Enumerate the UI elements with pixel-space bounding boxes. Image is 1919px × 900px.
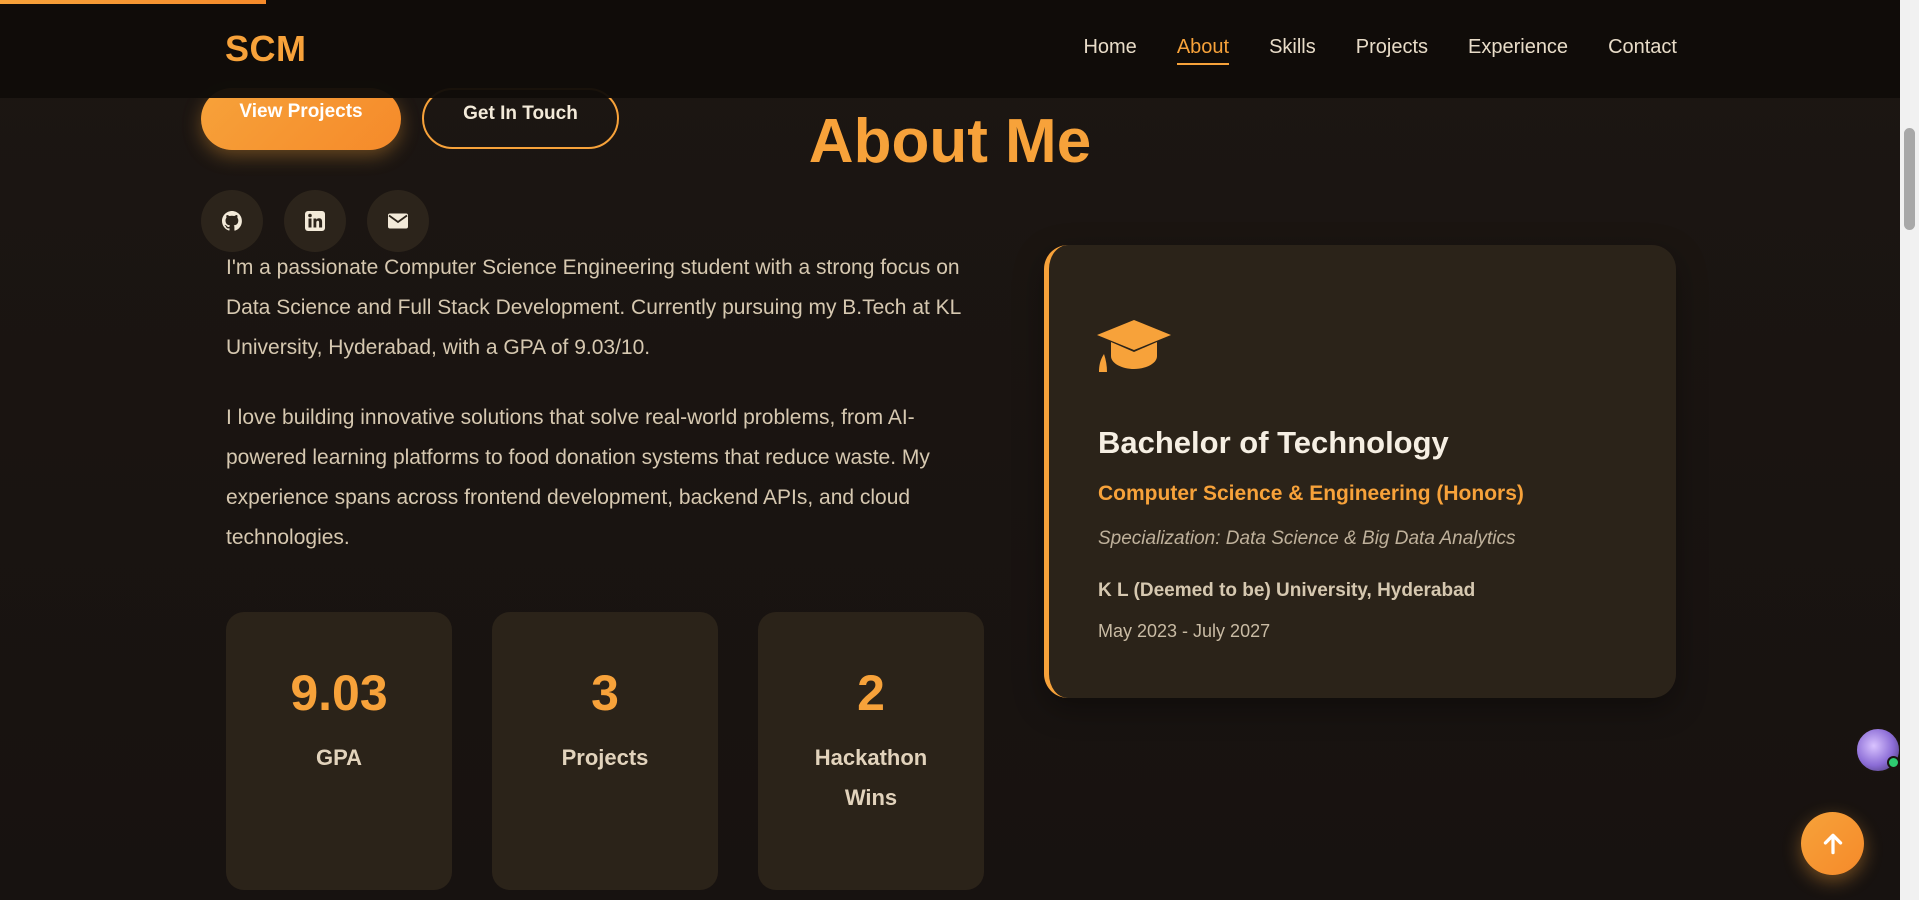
degree-specialization: Specialization: Data Science & Big Data … [1098,528,1516,549]
stat-label: GPA [315,745,363,770]
about-paragraph: I love building innovative solutions tha… [226,406,930,549]
degree-title: Bachelor of Technology [1098,425,1449,460]
linkedin-link[interactable] [284,190,346,252]
scrollbar-thumb[interactable] [1904,128,1915,230]
page: SCM Home About Skills Projects Experienc… [0,0,1919,900]
arrow-up-icon [1823,833,1842,854]
linkedin-icon [305,211,325,231]
nav-link-skills[interactable]: Skills [1269,36,1316,63]
nav-link-experience[interactable]: Experience [1468,36,1568,63]
about-paragraph: I'm a passionate Computer Science Engine… [226,256,961,359]
university-name: K L (Deemed to be) University, Hyderabad [1098,580,1476,601]
stat-value: 3 [591,665,619,721]
logo[interactable]: SCM [225,28,307,70]
scroll-progress-bar [0,0,266,4]
stat-label: Projects [561,745,649,770]
assistant-avatar-button[interactable] [1855,727,1901,773]
online-status-dot [1887,756,1900,769]
education-card: Bachelor of Technology Computer Science … [1044,245,1676,698]
graduation-cap-icon [1097,320,1171,372]
github-icon [222,211,242,231]
email-icon [388,213,408,229]
github-link[interactable] [201,190,263,252]
navbar: SCM Home About Skills Projects Experienc… [0,0,1900,98]
stat-value: 2 [857,665,885,721]
education-dates: May 2023 - July 2027 [1098,621,1271,641]
stat-card-projects: 3 Projects [492,612,718,890]
nav-link-home[interactable]: Home [1083,36,1136,63]
stat-card-hackathon: 2 Hackathon Wins [758,612,984,890]
nav-link-contact[interactable]: Contact [1608,36,1677,63]
scroll-to-top-button[interactable] [1801,812,1864,875]
stat-card-gpa: 9.03 GPA [226,612,452,890]
nav-link-projects[interactable]: Projects [1356,36,1428,63]
degree-major: Computer Science & Engineering (Honors) [1098,482,1524,505]
stat-value: 9.03 [290,665,388,721]
stat-label: Hackathon Wins [814,745,928,810]
about-description: I'm a passionate Computer Science Engine… [226,248,986,588]
email-link[interactable] [367,190,429,252]
nav-links: Home About Skills Projects Experience Co… [1083,36,1677,65]
nav-link-about[interactable]: About [1176,36,1230,65]
